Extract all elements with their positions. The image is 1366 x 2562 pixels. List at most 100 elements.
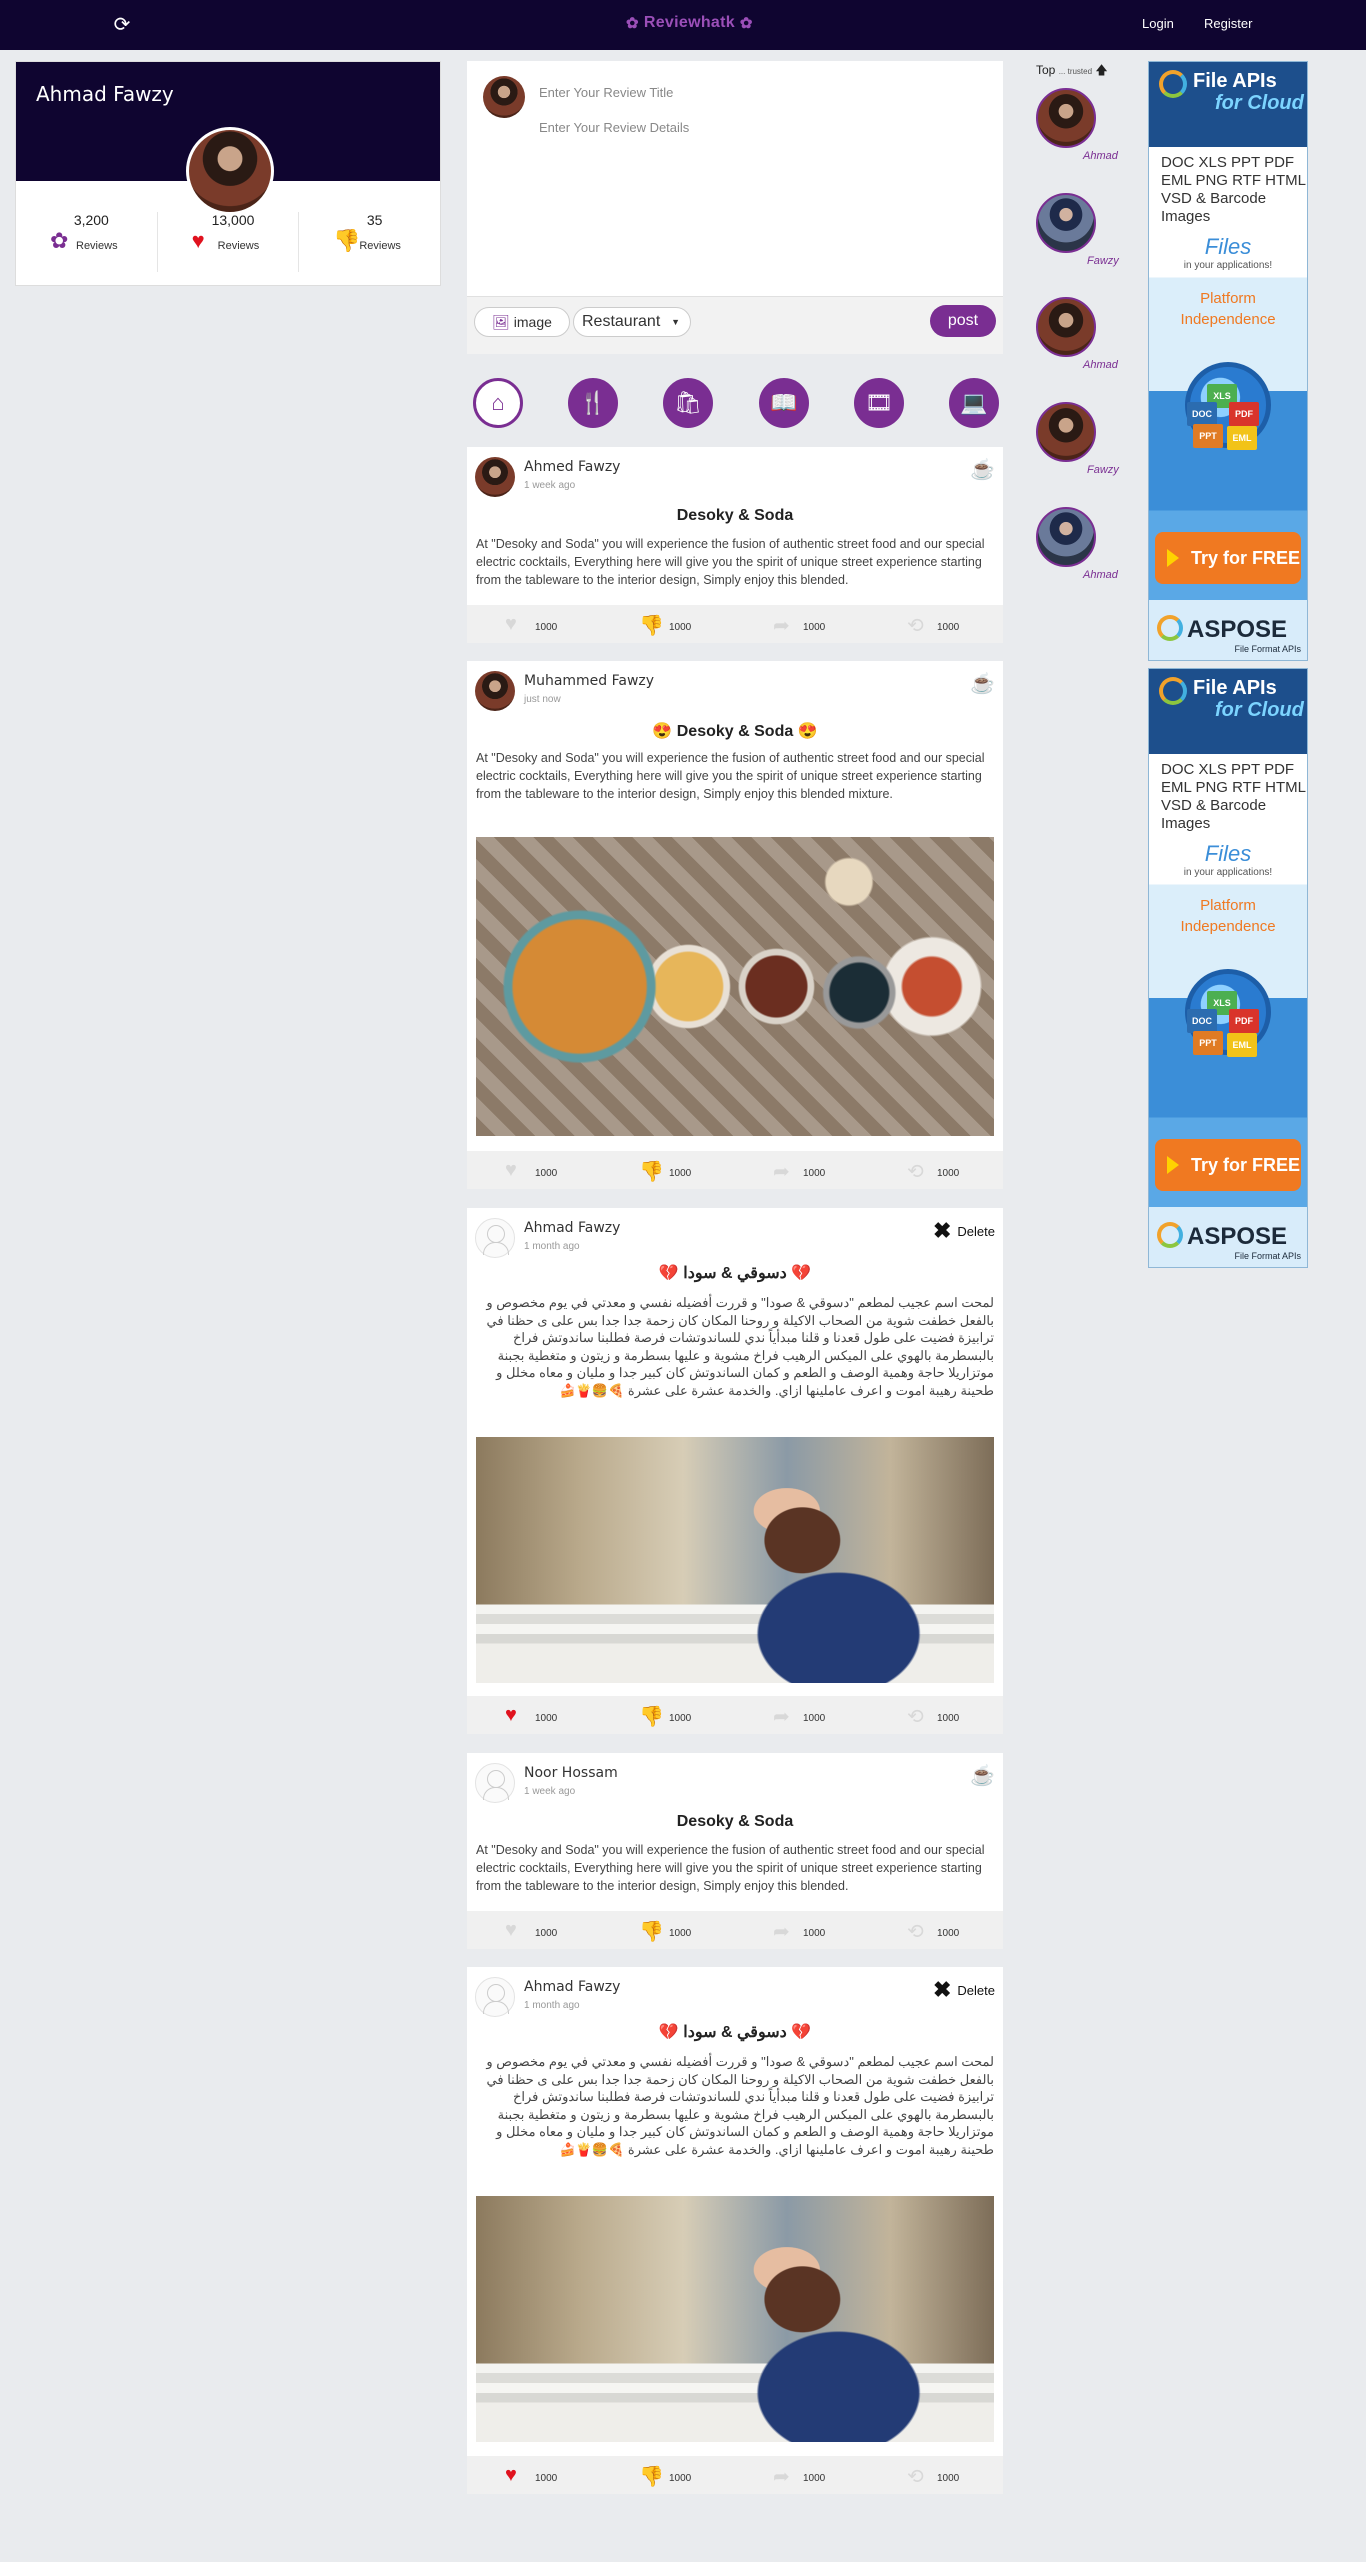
dislike-count: 1000 — [669, 1928, 692, 1939]
try-for-free-button[interactable]: Try for FREE — [1155, 1139, 1301, 1191]
repost-count: 1000 — [937, 1713, 960, 1724]
image-upload-button[interactable]: 🖼 image — [474, 307, 570, 337]
dislike-button[interactable]: 👎 1000 — [601, 1911, 735, 1949]
review-details-input[interactable]: Enter Your Review Details — [539, 120, 689, 135]
like-button[interactable]: ♥ 1000 — [467, 2456, 601, 2494]
share-icon: ➦ — [773, 1921, 790, 1943]
share-button[interactable]: ➦ 1000 — [735, 2456, 869, 2494]
avatar[interactable] — [475, 671, 515, 711]
eml-icon: EML — [1227, 1033, 1257, 1057]
laptop-icon[interactable]: 💻 — [949, 378, 999, 428]
post-button[interactable]: post — [930, 305, 996, 337]
ad-headline-sub: for Cloud — [1215, 699, 1304, 721]
avatar[interactable] — [475, 1977, 515, 2017]
top-user-name[interactable]: Ahmad — [1083, 569, 1118, 581]
repost-button[interactable]: ⟲ 1000 — [869, 1151, 1003, 1189]
top-user-name[interactable]: Fawzy — [1087, 464, 1119, 476]
share-button[interactable]: ➦ 1000 — [735, 1151, 869, 1189]
stat-reviews-dislike[interactable]: 35 👎 Reviews — [299, 212, 440, 272]
like-button[interactable]: ♥ 1000 — [467, 605, 601, 643]
repost-button[interactable]: ⟲ 1000 — [869, 605, 1003, 643]
ad-headline-sub: for Cloud — [1215, 92, 1304, 114]
avatar[interactable] — [475, 1218, 515, 1258]
post-image[interactable] — [476, 1437, 994, 1683]
stat-reviews-flower[interactable]: 3,200 ✿ Reviews — [16, 212, 158, 272]
advertisement-banner[interactable]: File APIs for Cloud DOC XLS PPT PDF EML … — [1148, 61, 1308, 661]
stat-reviews-heart[interactable]: 13,000 ♥ Reviews — [158, 212, 300, 272]
top-user-avatar[interactable] — [1036, 193, 1096, 253]
ad-brand-sub: File Format APIs — [1234, 1251, 1301, 1261]
category-select[interactable]: Restaurant ▼ — [573, 307, 691, 337]
share-button[interactable]: ➦ 1000 — [735, 1911, 869, 1949]
post-author[interactable]: Ahmad Fawzy — [524, 1979, 620, 1995]
aspose-logo-icon — [1157, 615, 1183, 641]
top-user-avatar[interactable] — [1036, 402, 1096, 462]
aspose-logo-icon — [1159, 677, 1187, 705]
ad-platform: Platform Independence — [1149, 288, 1307, 330]
ad-files: Files — [1204, 841, 1252, 866]
coffee-cup-icon: ☕ — [970, 459, 995, 481]
post-author[interactable]: Noor Hossam — [524, 1765, 618, 1781]
top-user-avatar[interactable] — [1036, 297, 1096, 357]
top-user-avatar[interactable] — [1036, 88, 1096, 148]
register-link[interactable]: Register — [1204, 16, 1252, 31]
brand-logo[interactable]: ✿ Reviewhatk ✿ — [626, 14, 753, 32]
login-link[interactable]: Login — [1142, 16, 1174, 31]
advertisement-banner[interactable]: File APIs for Cloud DOC XLS PPT PDF EML … — [1148, 668, 1308, 1268]
emoji: 💔 — [791, 2024, 812, 2041]
repost-button[interactable]: ⟲ 1000 — [869, 1696, 1003, 1734]
like-count: 1000 — [535, 2473, 558, 2484]
like-count: 1000 — [535, 1928, 558, 1939]
post-author[interactable]: Ahmad Fawzy — [524, 1220, 620, 1236]
avatar[interactable] — [475, 1763, 515, 1803]
top-navbar: ⟳ ✿ Reviewhatk ✿ Login Register — [0, 0, 1366, 50]
share-button[interactable]: ➦ 1000 — [735, 605, 869, 643]
post-author[interactable]: Ahmed Fawzy — [524, 459, 620, 475]
dislike-button[interactable]: 👎 1000 — [601, 1696, 735, 1734]
post-body: At "Desoky and Soda" you will experience… — [476, 537, 985, 587]
like-button[interactable]: ♥ 1000 — [467, 1151, 601, 1189]
dislike-button[interactable]: 👎 1000 — [601, 1151, 735, 1189]
books-icon[interactable]: 📖 — [759, 378, 809, 428]
dislike-button[interactable]: 👎 1000 — [601, 605, 735, 643]
profile-avatar[interactable] — [186, 127, 274, 215]
top-user-name[interactable]: Ahmad — [1083, 359, 1118, 371]
delete-button[interactable]: ✖ Delete — [933, 1218, 995, 1244]
share-count: 1000 — [803, 2473, 826, 2484]
post-image[interactable] — [476, 837, 994, 1136]
restaurant-icon[interactable]: 🍴 — [568, 378, 618, 428]
stat-label: Reviews — [217, 240, 260, 252]
repost-button[interactable]: ⟲ 1000 — [869, 1911, 1003, 1949]
shopping-icon[interactable]: 🛍 — [663, 378, 713, 428]
dislike-button[interactable]: 👎 1000 — [601, 2456, 735, 2494]
coffee-cup-icon: ☕ — [970, 673, 995, 695]
share-button[interactable]: ➦ 1000 — [735, 1696, 869, 1734]
avatar[interactable] — [475, 457, 515, 497]
top-user-name[interactable]: Ahmad — [1083, 150, 1118, 162]
post-author[interactable]: Muhammed Fawzy — [524, 673, 654, 689]
profile-name: Ahmad Fawzy — [36, 82, 174, 106]
try-for-free-button[interactable]: Try for FREE — [1155, 532, 1301, 584]
heart-icon: ♥ — [505, 1704, 517, 1726]
review-title-input[interactable]: Enter Your Review Title — [539, 85, 673, 100]
movies-icon[interactable]: 🎞 — [854, 378, 904, 428]
aspose-logo-icon — [1159, 70, 1187, 98]
top-user-name[interactable]: Fawzy — [1087, 255, 1119, 267]
dislike-count: 1000 — [669, 1713, 692, 1724]
like-button[interactable]: ♥ 1000 — [467, 1911, 601, 1949]
review-post: Ahmed Fawzy 1 week ago ☕ Desoky & Soda A… — [467, 447, 1003, 643]
ad-platform-line1: Platform — [1200, 897, 1256, 914]
top-user-avatar[interactable] — [1036, 507, 1096, 567]
brand-name: Reviewhatk — [643, 14, 735, 31]
refresh-icon[interactable]: ⟳ — [110, 13, 134, 37]
home-icon[interactable]: ⌂ — [473, 378, 523, 428]
post-body: At "Desoky and Soda" you will experience… — [476, 751, 985, 801]
repost-count: 1000 — [937, 1928, 960, 1939]
ad-platform-line2: Independence — [1180, 918, 1276, 935]
like-button[interactable]: ♥ 1000 — [467, 1696, 601, 1734]
repost-button[interactable]: ⟲ 1000 — [869, 2456, 1003, 2494]
ad-formats: DOC XLS PPT PDF EML PNG RTF HTML VSD & B… — [1161, 761, 1306, 832]
delete-button[interactable]: ✖ Delete — [933, 1977, 995, 2003]
post-image[interactable] — [476, 2196, 994, 2442]
ad-header: File APIs for Cloud — [1149, 62, 1307, 147]
